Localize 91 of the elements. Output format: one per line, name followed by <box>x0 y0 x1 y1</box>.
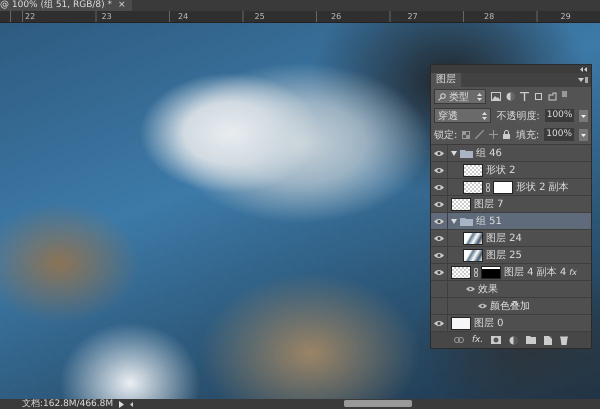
brush-icon[interactable] <box>475 130 484 139</box>
ruler-number: 28 <box>483 11 496 22</box>
ruler-number: 24 <box>177 11 190 22</box>
expand-triangle-icon[interactable] <box>451 218 457 224</box>
filter-value: 类型 <box>449 90 469 104</box>
ruler-number: 26 <box>330 11 342 22</box>
image-filter-icon[interactable] <box>491 92 501 101</box>
layer-thumbnail <box>451 316 471 330</box>
layer-row[interactable]: 组 51 <box>431 213 591 230</box>
move-icon[interactable] <box>489 130 498 139</box>
document-tab[interactable]: @ 100% (组 51, RGB/8) * × <box>0 0 132 11</box>
layer-name: 图层 24 <box>486 232 522 245</box>
layer-mask-thumbnail <box>493 180 513 194</box>
layer-name: 形状 2 副本 <box>516 180 569 194</box>
folder-icon <box>460 148 473 158</box>
type-filter-icon[interactable] <box>520 92 529 101</box>
layer-row[interactable]: 图层 24 <box>431 230 591 247</box>
eye-icon[interactable] <box>434 166 444 174</box>
dropdown-arrow-icon[interactable] <box>579 110 588 122</box>
ruler-number: 23 <box>100 11 113 22</box>
layer-thumbnail <box>451 198 471 210</box>
layer-name: 组 46 <box>476 147 502 160</box>
layer-thumbnail <box>463 164 483 176</box>
link-icon[interactable] <box>454 337 464 343</box>
ruler-number: 22 <box>24 11 36 22</box>
opacity-field[interactable]: 100% <box>544 109 574 122</box>
fill-label: 填充: <box>516 128 540 142</box>
search-icon <box>438 92 446 100</box>
eye-icon[interactable] <box>434 320 444 326</box>
layer-row[interactable]: 形状 2 <box>431 162 591 179</box>
filter-toggle-icon[interactable] <box>562 91 567 102</box>
eye-icon[interactable] <box>466 286 475 292</box>
eye-icon[interactable] <box>434 200 444 208</box>
document-size: 文档:162.8M/466.8M <box>22 399 114 409</box>
panel-menu-icon[interactable] <box>578 77 588 83</box>
layer-name: 图层 7 <box>474 198 504 211</box>
layer-mask-thumbnail <box>481 266 501 278</box>
layer-name: 组 51 <box>476 215 502 228</box>
layer-thumbnail <box>463 248 483 262</box>
layer-thumbnail <box>451 266 471 278</box>
folder-icon[interactable] <box>526 336 536 344</box>
blend-mode-dropdown[interactable]: 穿透 <box>434 108 492 123</box>
layer-name: 图层 4 副本 4 <box>504 266 566 279</box>
eye-icon[interactable] <box>434 268 444 276</box>
add-style-button[interactable]: fx. <box>472 335 484 345</box>
layer-thumbnail <box>463 232 483 244</box>
layer-row[interactable]: 图层 25 <box>431 247 591 264</box>
ruler-number: 25 <box>254 11 266 22</box>
layers-tab[interactable]: 图层 <box>431 73 461 87</box>
opacity-label: 不透明度: <box>496 110 540 122</box>
layer-row[interactable]: 图层 4 副本 4 fx <box>431 264 591 281</box>
ruler-number: 29 <box>560 11 572 22</box>
trash-icon[interactable] <box>560 336 568 344</box>
close-button[interactable]: × <box>118 0 126 11</box>
updown-arrows-icon <box>477 92 482 100</box>
new-layer-icon[interactable] <box>544 336 552 344</box>
eye-icon[interactable] <box>478 303 487 309</box>
layer-thumbnail <box>463 180 483 194</box>
adjustment-filter-icon[interactable] <box>506 92 515 101</box>
effect-name: 颜色叠加 <box>490 300 530 313</box>
ruler-number: 27 <box>406 11 419 22</box>
folder-icon <box>460 216 473 226</box>
mask-icon[interactable] <box>491 336 502 344</box>
scrollbar-thumb[interactable] <box>344 400 412 407</box>
layer-name: 图层 0 <box>474 317 504 330</box>
fill-field[interactable]: 100% <box>544 128 574 141</box>
eye-icon[interactable] <box>434 218 444 224</box>
document-title: @ 100% (组 51, RGB/8) * <box>0 0 112 11</box>
layer-row[interactable]: 形状 2 副本 <box>431 179 591 196</box>
eye-icon[interactable] <box>434 150 444 156</box>
filter-dropdown[interactable]: 类型 <box>434 89 486 104</box>
layer-row[interactable]: 组 46 <box>431 145 591 162</box>
layer-name: 形状 2 <box>486 164 516 177</box>
crop-filter-icon[interactable] <box>534 92 543 101</box>
eye-icon[interactable] <box>434 234 444 242</box>
scroll-left-icon[interactable] <box>130 402 134 406</box>
effects-indicator: fx <box>569 268 577 276</box>
eye-icon[interactable] <box>434 252 444 258</box>
eye-icon[interactable] <box>434 184 444 190</box>
shape-filter-icon[interactable] <box>548 92 557 101</box>
adjustment-icon[interactable] <box>509 336 518 344</box>
effect-name: 效果 <box>478 283 498 296</box>
lock-icon[interactable] <box>503 130 510 139</box>
layer-name: 图层 25 <box>486 249 522 262</box>
expand-triangle-icon[interactable] <box>451 150 457 156</box>
chain-link-icon[interactable] <box>474 268 478 276</box>
updown-arrows-icon <box>482 112 488 120</box>
play-arrow-icon[interactable] <box>119 400 124 408</box>
lock-label: 锁定: <box>434 128 458 142</box>
lock-transparency-icon[interactable] <box>462 130 470 138</box>
chain-link-icon[interactable] <box>486 182 490 192</box>
